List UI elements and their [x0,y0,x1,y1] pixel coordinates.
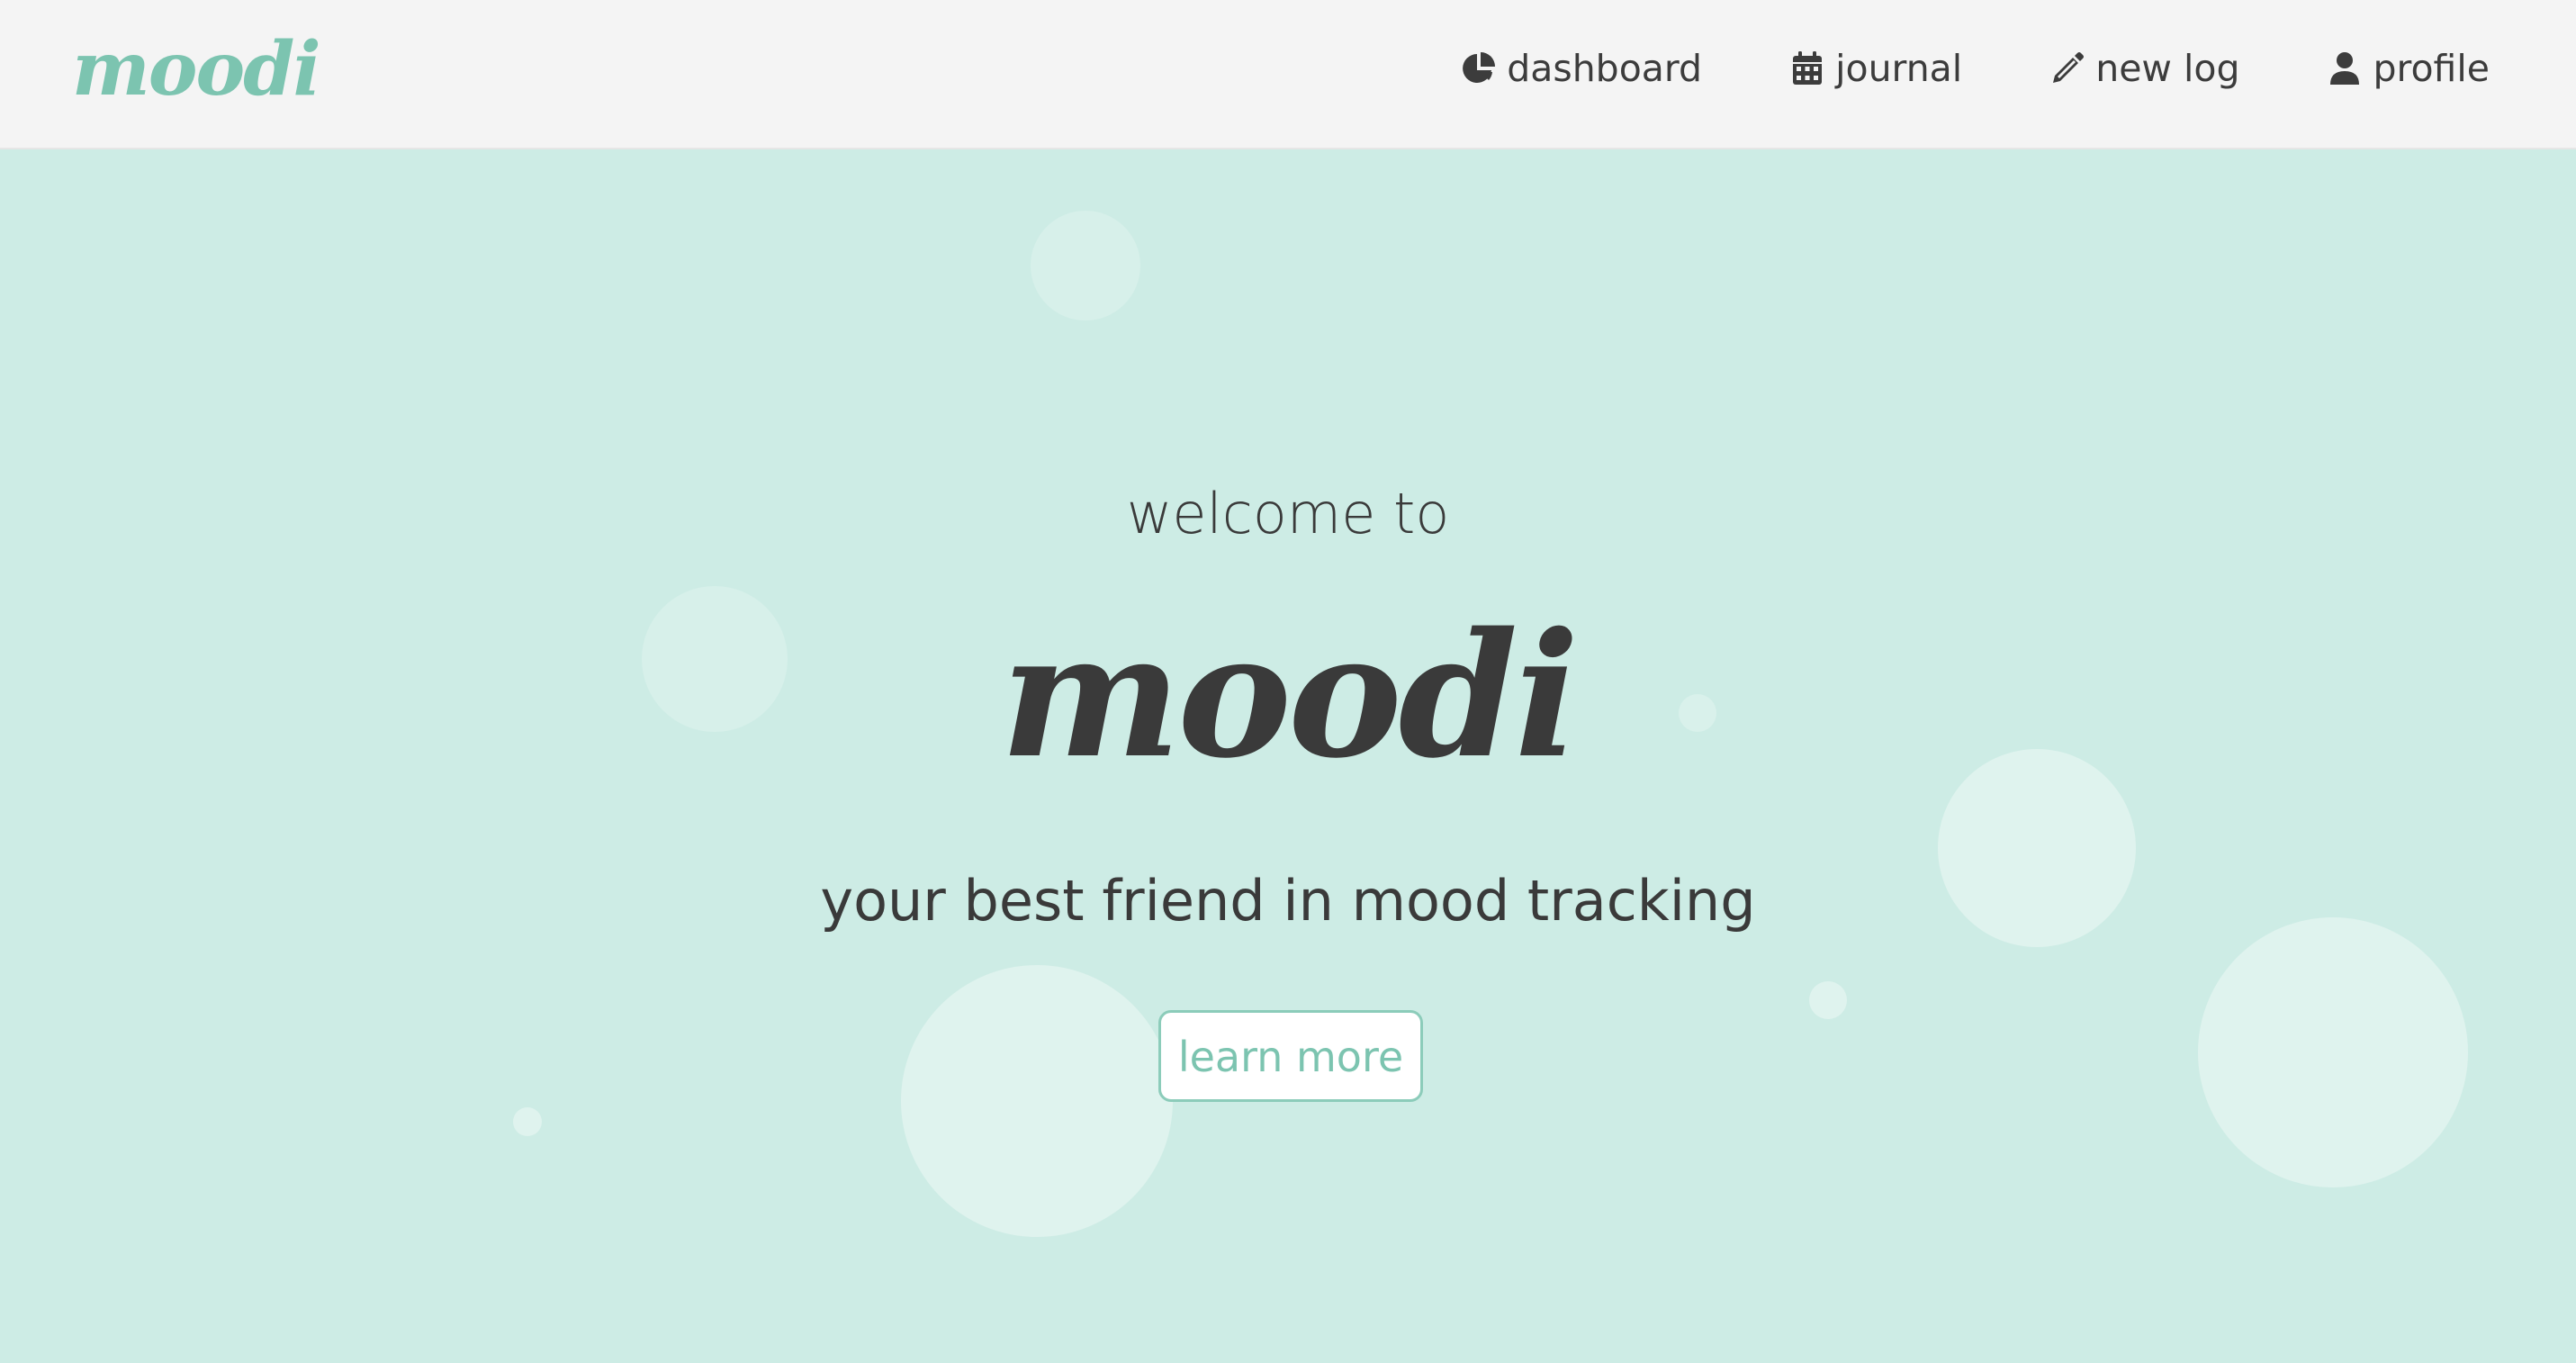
decorative-bubble [2198,917,2468,1187]
nav-item-label: new log [2095,47,2240,90]
hero-tagline: your best friend in mood tracking [820,868,1756,934]
nav-item-dashboard[interactable]: dashboard [1460,41,1702,95]
calendar-icon [1788,50,1826,87]
nav-item-label: dashboard [1507,47,1703,90]
decorative-bubble [1031,211,1140,320]
main-nav: dashboard journal new log profile [1460,41,2490,95]
nav-item-new-log[interactable]: new log [2049,41,2239,95]
decorative-bubble [901,965,1173,1237]
pie-chart-icon [1460,50,1498,87]
pencil-icon [2049,50,2086,87]
decorative-bubble [513,1107,542,1136]
user-icon [2326,50,2364,87]
hero-section: welcome to moodi your best friend in moo… [0,149,2576,1363]
brand-logo[interactable]: moodi [72,20,321,119]
nav-item-journal[interactable]: journal [1788,41,1962,95]
navbar: moodi dashboard journal new log profile [0,0,2576,149]
hero-title: moodi [1000,595,1580,796]
nav-item-profile[interactable]: profile [2326,41,2490,95]
nav-item-label: journal [1835,47,1963,90]
page: moodi dashboard journal new log profile … [0,0,2576,1363]
decorative-bubble [1809,981,1847,1019]
hero-welcome-text: welcome to [1126,481,1450,546]
learn-more-button[interactable]: learn more [1158,1010,1423,1102]
nav-item-label: profile [2373,47,2490,90]
